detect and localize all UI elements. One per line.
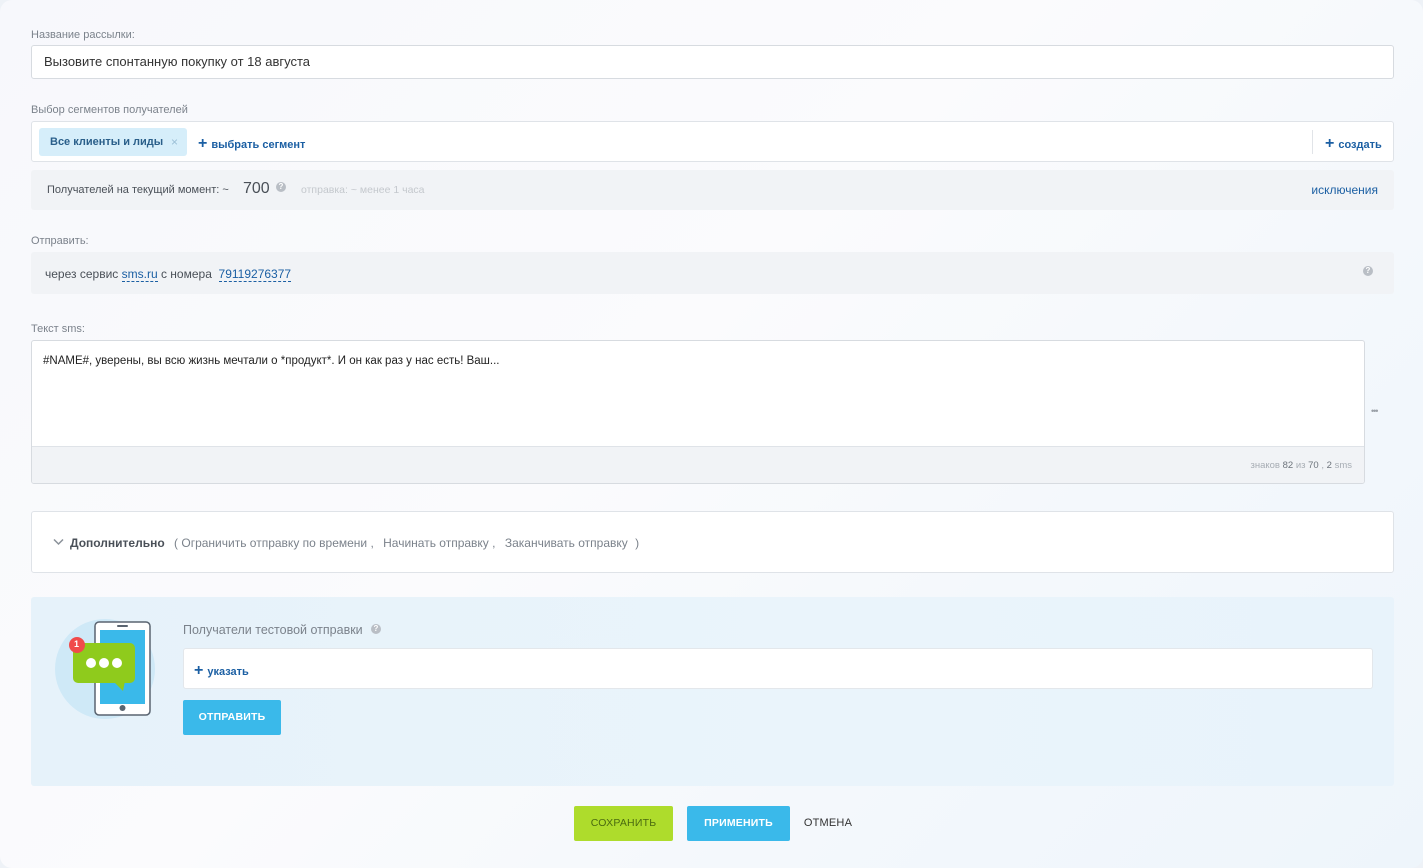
help-icon[interactable]: ? <box>371 624 381 634</box>
apply-button[interactable]: ПРИМЕНИТЬ <box>687 806 790 841</box>
name-label: Название рассылки: <box>31 29 135 41</box>
sms-text-label: Текст sms: <box>31 323 85 335</box>
campaign-name-input[interactable]: Вызовите спонтанную покупку от 18 август… <box>31 45 1394 79</box>
help-icon[interactable]: ? <box>1363 266 1373 276</box>
segments-selector: Все клиенты и лиды × + выбрать сегмент + с… <box>31 121 1394 162</box>
sms-text-area[interactable]: #NAME#, уверены, вы всю жизнь мечтали о … <box>31 340 1365 484</box>
create-segment-link[interactable]: + создать <box>1325 135 1382 153</box>
advanced-close-paren: ) <box>635 536 640 550</box>
segments-label: Выбор сегментов получателей <box>31 104 188 116</box>
test-recipients-input[interactable]: + указать <box>183 648 1373 689</box>
save-button[interactable]: СОХРАНИТЬ <box>574 806 673 841</box>
sms-text: #NAME#, уверены, вы всю жизнь мечтали о … <box>43 355 500 367</box>
recipients-panel: Получателей на текущий момент: ~ 700 ? о… <box>31 170 1394 210</box>
plus-icon: + <box>1325 135 1335 152</box>
test-recipients-label: Получатели тестовой отправки <box>183 623 363 637</box>
char-counter: знаков 82 из 70 , 2 sms <box>1250 460 1352 471</box>
notification-badge: 1 <box>74 639 80 649</box>
phone-number-link[interactable]: 79119276377 <box>218 267 292 282</box>
send-via-prefix: через сервис <box>45 267 119 281</box>
advanced-item-start: Начинать отправку , <box>383 536 496 550</box>
advanced-item-end: Заканчивать отправку <box>504 536 628 550</box>
more-options-icon[interactable]: ••• <box>1371 406 1379 416</box>
send-test-button[interactable]: ОТПРАВИТЬ <box>183 700 281 735</box>
sms-count: 2 <box>1326 460 1332 471</box>
advanced-item-time-limit: Ограничить отправку по времени , <box>181 536 374 550</box>
counter-sep: , <box>1321 460 1324 471</box>
advanced-title: Дополнительно <box>70 536 165 550</box>
add-recipient-label: указать <box>207 666 249 678</box>
advanced-section[interactable]: Дополнительно ( Ограничить отправку по в… <box>31 511 1394 573</box>
add-recipient-link[interactable]: + указать <box>194 662 249 680</box>
phone-message-icon <box>55 619 155 719</box>
segment-chip[interactable]: Все клиенты и лиды × <box>39 128 187 156</box>
chip-remove-icon[interactable]: × <box>171 128 178 156</box>
counter-of: из <box>1295 460 1306 471</box>
send-via-panel: через сервис sms.ru с номера 79119276377… <box>31 252 1394 294</box>
char-count: 82 <box>1282 460 1294 471</box>
choose-segment-link[interactable]: + выбрать сегмент <box>198 135 305 153</box>
exclusions-link[interactable]: исключения <box>1311 183 1378 197</box>
recipients-count: 700 <box>243 180 270 197</box>
sms-text-footer: знаков 82 из 70 , 2 sms <box>32 446 1364 483</box>
campaign-form-page: Название рассылки: Вызовите спонтанную п… <box>0 0 1423 868</box>
plus-icon: + <box>198 135 208 152</box>
create-segment-label: создать <box>1338 139 1382 151</box>
cancel-button[interactable]: ОТМЕНА <box>800 806 856 841</box>
service-link[interactable]: sms.ru <box>121 267 158 282</box>
choose-segment-label: выбрать сегмент <box>211 139 306 151</box>
segment-chip-label: Все клиенты и лиды <box>50 136 164 148</box>
advanced-open-paren: ( <box>174 536 179 550</box>
send-time-estimate: отправка: ~ менее 1 часа <box>301 184 425 196</box>
chevron-down-icon <box>53 538 64 546</box>
divider <box>1312 130 1313 154</box>
send-via-middle: с номера <box>160 267 212 281</box>
sms-unit: sms <box>1334 460 1352 471</box>
counter-prefix: знаков <box>1250 460 1280 471</box>
test-send-panel: 1 Получатели тестовой отправки ? + указат… <box>31 597 1394 786</box>
char-limit: 70 <box>1308 460 1319 471</box>
send-label: Отправить: <box>31 235 89 247</box>
recipients-label: Получателей на текущий момент: ~ <box>47 184 229 196</box>
plus-icon: + <box>194 662 204 679</box>
help-icon[interactable]: ? <box>276 182 286 192</box>
